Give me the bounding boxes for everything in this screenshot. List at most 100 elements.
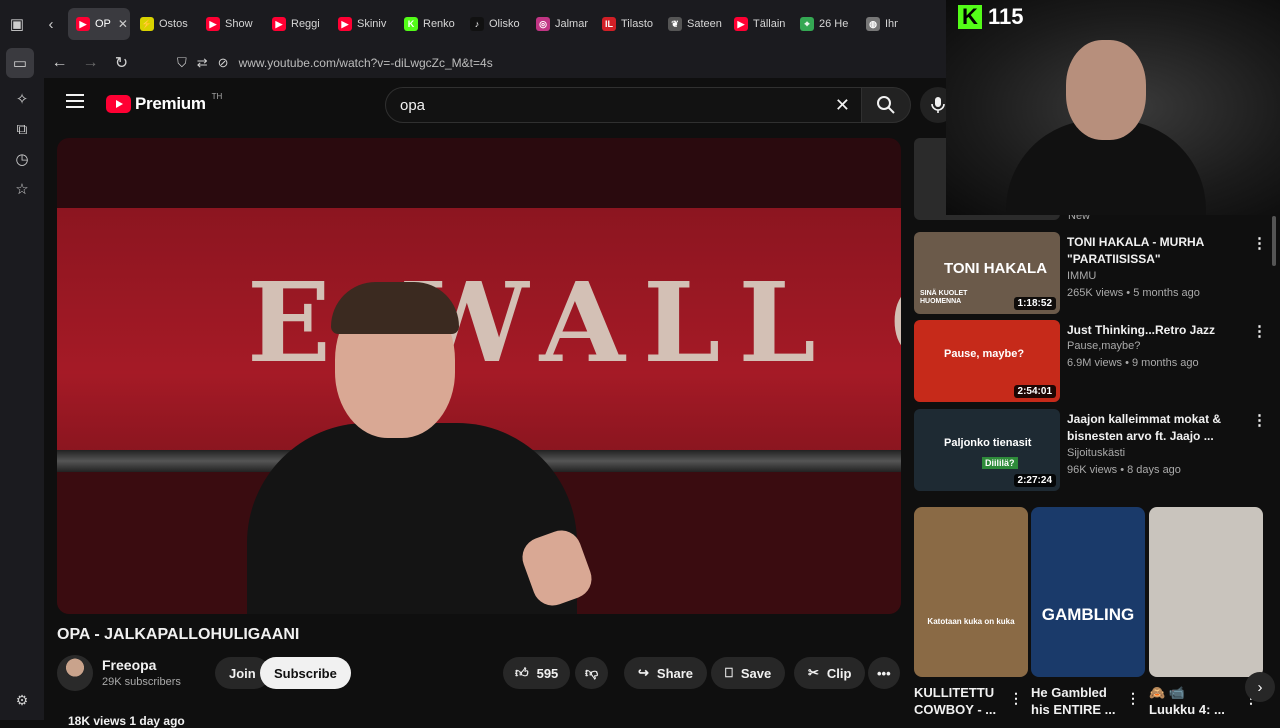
related-video[interactable]: Paljonko tienasit Diililä? 2:27:24 Jaajon k… <box>914 409 1280 491</box>
tab-label: Reggi <box>291 18 320 30</box>
browser-tab[interactable]: ❦ Sateen <box>660 8 724 40</box>
short-title[interactable]: 🙈 📹 Luukku 4: ... <box>1149 684 1225 718</box>
tab-label: OP <box>95 18 111 30</box>
video-player[interactable]: E WALL OF <box>57 138 901 614</box>
short-thumbnail-text: GAMBLING <box>1041 605 1135 624</box>
thumbnail-text: TONI HAKALA <box>944 260 1048 277</box>
streamer-face <box>1066 40 1146 140</box>
settings-icon[interactable]: ⚙ <box>0 692 44 709</box>
map-favicon-icon: ⌖ <box>800 17 814 31</box>
dislike-button[interactable]: 👎︎ <box>575 657 609 689</box>
related-thumbnail[interactable]: TONI HAKALA SINÄ KUOLET HUOMENNA 1:18:52 <box>914 232 1060 314</box>
back-icon[interactable]: ← <box>44 54 75 72</box>
ai-sparkle-icon[interactable]: ✧ <box>0 84 44 114</box>
search-button[interactable] <box>861 87 911 123</box>
more-actions-button[interactable]: ••• <box>868 657 900 689</box>
tracking-settings-icon[interactable]: ⇄ <box>197 55 208 71</box>
more-horizontal-icon: ••• <box>877 665 891 681</box>
save-label: Save <box>740 665 772 681</box>
tab-label: Renko <box>423 18 455 30</box>
tab-close-icon[interactable]: ✕ <box>118 17 128 31</box>
video-title: OPA - JALKAPALLOHULIGAANI <box>57 626 300 643</box>
related-title[interactable]: Just Thinking...Retro Jazz <box>1067 322 1247 339</box>
related-channel[interactable]: Pause,maybe? <box>1067 340 1140 352</box>
reload-icon[interactable]: ↻ <box>106 53 137 73</box>
channel-name[interactable]: Freeopa <box>102 657 156 673</box>
related-title[interactable]: Jaajon kalleimmat mokat & bisnesten arvo… <box>1067 411 1247 445</box>
tab-label: Skiniv <box>357 18 387 30</box>
sidebar-toggle-icon[interactable]: ▭ <box>6 48 34 78</box>
browser-tab[interactable]: ◎ Jalmar <box>528 8 592 40</box>
logo-region: TH <box>211 91 223 101</box>
subscribe-button[interactable]: Subscribe <box>260 657 351 689</box>
tab-label: Ostos <box>159 18 188 30</box>
more-vertical-icon[interactable]: ⋮ <box>1252 322 1267 340</box>
related-thumbnail[interactable]: Paljonko tienasit Diililä? 2:27:24 <box>914 409 1060 491</box>
clip-button[interactable]: ✂ Clip <box>794 657 866 689</box>
more-vertical-icon[interactable]: ⋮ <box>1009 690 1023 707</box>
search-query: opa <box>400 96 426 114</box>
tab-scroll-left-icon[interactable]: ‹ <box>34 0 68 48</box>
search-input[interactable]: opa ✕ <box>385 87 865 123</box>
forward-icon[interactable]: → <box>75 54 106 72</box>
save-button[interactable]: ⎕ Save <box>711 657 786 689</box>
browser-tab[interactable]: ▶ Show <box>198 8 262 40</box>
clear-search-icon[interactable]: ✕ <box>835 95 850 116</box>
browser-sidebar: ▭ ✧ ⧉ ◷ ☆ <box>0 48 44 720</box>
webcam-overlay: K 115 <box>946 0 1280 215</box>
short-thumbnail[interactable]: Katotaan kuka on kuka <box>914 507 1028 677</box>
browser-tab[interactable]: ♪ Olisko <box>462 8 526 40</box>
browser-tab[interactable]: ▶ Reggi <box>264 8 328 40</box>
related-video[interactable]: Pause, maybe? 2:54:01 Just Thinking...Retr… <box>914 320 1280 402</box>
thumbs-down-icon: 👎︎ <box>585 665 599 680</box>
browser-tab[interactable]: ⚡ Ostos <box>132 8 196 40</box>
browser-tab[interactable]: IL Tilasto <box>594 8 658 40</box>
bolt-favicon-icon: ⚡ <box>140 17 154 31</box>
site-security-icon[interactable]: ⛉ <box>177 55 187 71</box>
short-title[interactable]: KULLITETTU COWBOY - ... <box>914 684 996 718</box>
yt-favicon-icon: ▶ <box>272 17 286 31</box>
tab-list: ▶ OP ✕ ⚡ Ostos ▶ Show ▶ Reggi ▶ Skiniv K Renko ♪ Olisk… <box>68 8 898 40</box>
youtube-logo[interactable]: Premium TH <box>106 91 223 114</box>
youtube-play-icon <box>106 95 131 113</box>
channel-avatar[interactable] <box>57 655 93 691</box>
tab-label: Olisko <box>489 18 520 30</box>
related-meta: 265K views • 5 months ago <box>1067 287 1200 299</box>
short-thumbnail-text: Katotaan kuka on kuka <box>927 617 1015 626</box>
related-thumbnail[interactable]: Pause, maybe? 2:54:01 <box>914 320 1060 402</box>
share-icon: ↪ <box>638 665 649 680</box>
microphone-icon <box>931 97 945 113</box>
related-video[interactable]: TONI HAKALA SINÄ KUOLET HUOMENNA 1:18:52 TO… <box>914 232 1280 314</box>
browser-tab[interactable]: ▶ OP ✕ <box>68 8 130 40</box>
short-thumbnail[interactable] <box>1149 507 1263 677</box>
browser-tab[interactable]: ◍ Ihmis <box>858 8 898 40</box>
url-field[interactable]: ⛉ ⇄ ⊘ www.youtube.com/watch?v=-diLwgcZc_… <box>177 55 493 71</box>
more-vertical-icon[interactable]: ⋮ <box>1252 411 1267 429</box>
shorts-next-icon[interactable]: › <box>1245 672 1275 702</box>
short-title[interactable]: He Gambled his ENTIRE ... <box>1031 684 1116 718</box>
like-button[interactable]: 👍︎ 595 <box>503 657 571 689</box>
share-label: Share <box>656 665 694 681</box>
more-vertical-icon[interactable]: ⋮ <box>1126 690 1140 707</box>
related-channel[interactable]: Sijoituskästi <box>1067 447 1125 459</box>
browser-tab[interactable]: ▶ Tällain <box>726 8 790 40</box>
related-channel[interactable]: IMMU <box>1067 270 1096 282</box>
channel-row: Freeopa 29K subscribers Join Subscribe 👍… <box>57 654 901 694</box>
browser-tab[interactable]: K Renko <box>396 8 460 40</box>
yt-favicon-icon: ▶ <box>734 17 748 31</box>
bookmarks-icon[interactable]: ⧉ <box>0 114 44 144</box>
more-vertical-icon[interactable]: ⋮ <box>1252 234 1267 252</box>
tab-list-icon[interactable]: ▣ <box>0 0 34 48</box>
short-thumbnail[interactable]: GAMBLING <box>1031 507 1145 677</box>
short-title-line: his ENTIRE ... <box>1031 702 1116 717</box>
browser-tab[interactable]: ⌖ 26 He <box>792 8 856 40</box>
menu-icon[interactable] <box>66 94 84 108</box>
vpn-off-icon[interactable]: ⊘ <box>218 55 229 71</box>
share-button[interactable]: ↪ Share <box>624 657 708 689</box>
history-icon[interactable]: ◷ <box>0 144 44 174</box>
page-scrollbar[interactable] <box>1272 216 1276 266</box>
browser-tab[interactable]: ▶ Skiniv <box>330 8 394 40</box>
related-title[interactable]: TONI HAKALA - MURHA "PARATIISISSA" <box>1067 234 1247 268</box>
tt-favicon-icon: ♪ <box>470 17 484 31</box>
favorites-icon[interactable]: ☆ <box>0 174 44 204</box>
